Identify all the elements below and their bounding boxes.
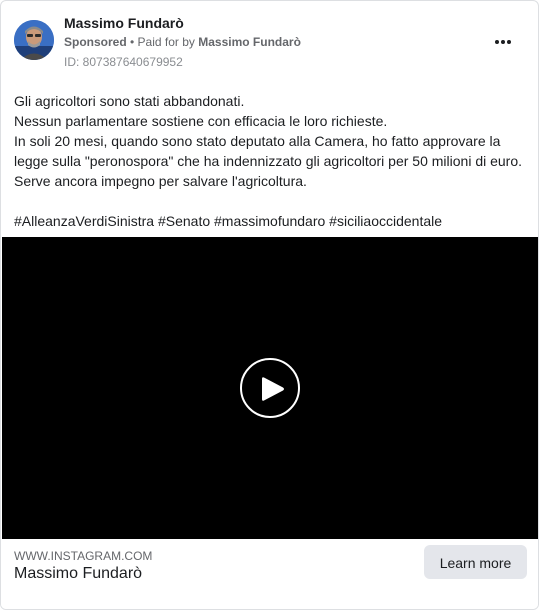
body-spacer [14,191,529,211]
sponsored-meta: Sponsored • Paid for by Massimo Fundarò [64,35,301,49]
body-line: In soli 20 mesi, quando sono stato deput… [14,133,501,149]
body-line: legge sulla "peronospora" che ha indenni… [14,153,523,169]
author-name[interactable]: Massimo Fundarò [64,15,184,31]
meta-separator: • [126,35,138,49]
play-button[interactable] [240,358,300,418]
body-line: Serve ancora impegno per salvare l'agric… [14,173,307,189]
link-footer[interactable]: WWW.INSTAGRAM.COM Massimo Fundarò Learn … [1,539,538,609]
play-icon [262,377,284,401]
ad-card: Massimo Fundarò Sponsored • Paid for by … [0,0,539,610]
sponsored-label: Sponsored [64,35,127,49]
hashtags[interactable]: #AlleanzaVerdiSinistra #Senato #massimof… [14,211,529,231]
more-horizontal-icon-dot [507,40,511,44]
more-horizontal-icon-dot [501,40,505,44]
paid-for-name[interactable]: Massimo Fundarò [198,35,301,49]
link-title[interactable]: Massimo Fundarò [14,565,142,583]
avatar[interactable] [14,20,54,60]
ad-id: ID: 807387640679952 [64,55,183,69]
more-options-button[interactable] [492,32,520,52]
video-player[interactable] [2,237,538,539]
link-domain: WWW.INSTAGRAM.COM [14,549,153,563]
paid-for-prefix: Paid for by [137,35,199,49]
body-line: Nessun parlamentare sostiene con efficac… [14,113,388,129]
post-header: Massimo Fundarò Sponsored • Paid for by … [1,1,538,79]
body-line: Gli agricoltori sono stati abbandonati. [14,93,245,109]
more-horizontal-icon [495,40,499,44]
learn-more-button[interactable]: Learn more [424,545,527,579]
post-body: Gli agricoltori sono stati abbandonati. … [14,91,529,231]
